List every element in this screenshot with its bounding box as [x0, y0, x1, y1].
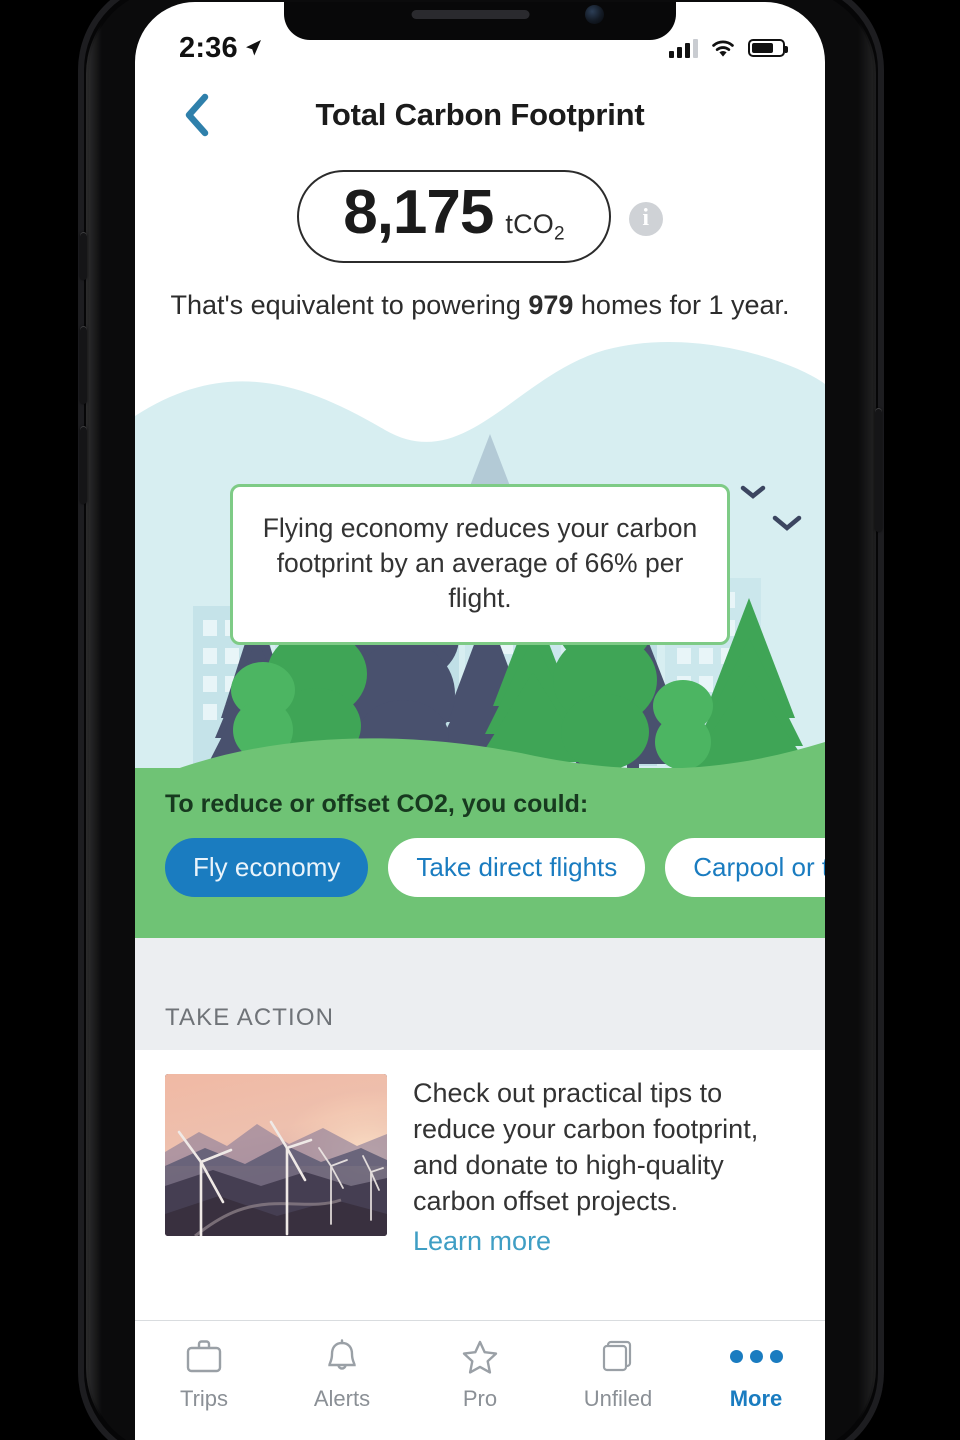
total-value-pill: 8,175 tCO2: [297, 170, 611, 264]
mute-switch[interactable]: [80, 232, 87, 280]
cellular-signal-icon: [669, 38, 698, 58]
take-action-section-band: TAKE ACTION: [135, 938, 825, 1050]
take-action-description: Check out practical tips to reduce your …: [413, 1078, 759, 1216]
suggestion-chip-list: Fly economy Take direct flights Carpool …: [165, 838, 825, 897]
front-camera: [585, 5, 604, 24]
total-unit: tCO2: [505, 209, 565, 245]
total-footprint-row: 8,175 tCO2 i: [135, 170, 825, 264]
display-notch: [284, 2, 676, 40]
wind-turbine-photo: [165, 1074, 387, 1236]
briefcase-icon: [184, 1335, 224, 1377]
tip-card: Flying economy reduces your carbon footp…: [230, 484, 730, 645]
tab-label-alerts: Alerts: [313, 1386, 371, 1411]
screenshot-stage: 2:36 Total Carbon Footprint 8,175 tCO2 i…: [0, 0, 960, 1440]
navigation-bar: Total Carbon Footprint: [135, 76, 825, 154]
wind-farm-illustration: [165, 1074, 387, 1236]
earpiece-speaker: [411, 10, 530, 19]
equivalence-suffix: homes for 1 year.: [573, 290, 790, 320]
battery-icon: [748, 39, 788, 57]
tab-label-trips: Trips: [179, 1386, 229, 1411]
chip-take-direct-flights[interactable]: Take direct flights: [388, 838, 646, 897]
take-action-card[interactable]: Check out practical tips to reduce your …: [135, 1050, 825, 1302]
carbon-illustration: Flying economy reduces your carbon footp…: [135, 338, 825, 938]
star-icon: [460, 1335, 500, 1377]
wifi-icon: [712, 40, 734, 57]
tab-pro[interactable]: Pro: [411, 1335, 549, 1412]
equivalence-prefix: That's equivalent to powering: [170, 290, 529, 320]
location-arrow-icon: [245, 40, 261, 56]
volume-up-button[interactable]: [80, 326, 87, 404]
action-band-title: To reduce or offset CO2, you could:: [165, 790, 589, 818]
bottom-tab-bar: Trips Alerts Pro Unfiled More: [135, 1320, 825, 1440]
tab-alerts[interactable]: Alerts: [273, 1335, 411, 1412]
total-value: 8,175: [343, 178, 494, 247]
equivalence-number: 979: [528, 290, 574, 320]
status-time-group: 2:36: [179, 32, 263, 65]
page-title: Total Carbon Footprint: [315, 97, 645, 132]
equivalence-text: That's equivalent to powering 979 homes …: [135, 290, 825, 321]
status-indicators: [669, 38, 788, 59]
phone-screen: 2:36 Total Carbon Footprint 8,175 tCO2 i…: [135, 2, 825, 1440]
take-action-text: Check out practical tips to reduce your …: [413, 1074, 795, 1302]
bell-icon: [323, 1335, 361, 1377]
info-icon[interactable]: i: [628, 201, 663, 236]
back-button[interactable]: [175, 93, 219, 137]
tab-more[interactable]: More: [687, 1335, 825, 1412]
status-time-label: 2:36: [179, 31, 238, 64]
section-header-label: TAKE ACTION: [165, 1004, 335, 1031]
ellipsis-icon: [729, 1335, 783, 1377]
chevron-left-icon: [185, 93, 209, 137]
tab-label-more: More: [729, 1386, 783, 1411]
tab-label-pro: Pro: [462, 1386, 498, 1411]
chip-fly-economy[interactable]: Fly economy: [165, 838, 369, 897]
tab-label-unfiled: Unfiled: [583, 1386, 653, 1411]
tab-trips[interactable]: Trips: [135, 1335, 273, 1412]
chip-carpool[interactable]: Carpool or take: [665, 838, 825, 897]
volume-down-button[interactable]: [80, 426, 87, 504]
tab-unfiled[interactable]: Unfiled: [549, 1335, 687, 1412]
learn-more-link[interactable]: Learn more: [413, 1226, 795, 1257]
power-button[interactable]: [875, 408, 882, 532]
action-band: To reduce or offset CO2, you could: Fly …: [135, 768, 825, 938]
cards-icon: [599, 1335, 637, 1377]
